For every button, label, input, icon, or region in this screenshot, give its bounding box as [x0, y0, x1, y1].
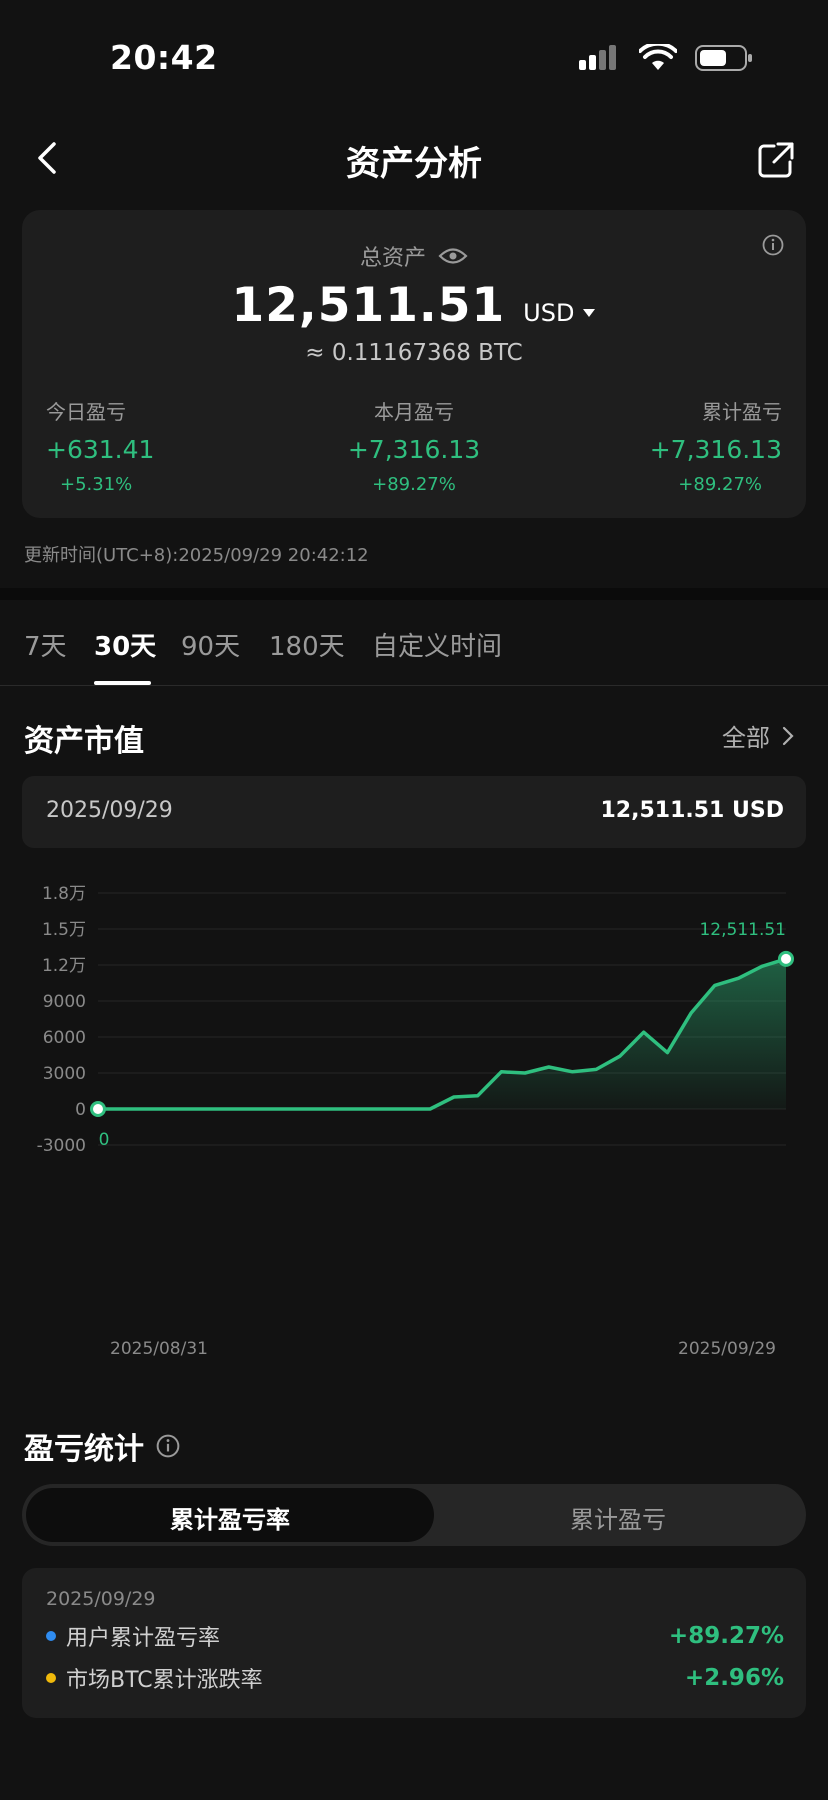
cumulative-pnl-value: +7,316.13 [649, 435, 782, 464]
user-rate-label: 用户累计盈亏率 [66, 1626, 221, 1651]
battery-icon [695, 45, 752, 71]
active-tab-indicator [94, 681, 151, 685]
currency-label: USD [523, 299, 575, 327]
y-tick-label: -3000 [37, 1136, 86, 1156]
section-divider [0, 588, 828, 600]
time-range-tabs: 7天 30天 90天 180天 自定义时间 [0, 600, 828, 686]
page-title: 资产分析 [346, 144, 482, 184]
selected-value-bar: 2025/09/29 12,511.51 USD [22, 776, 806, 848]
y-tick-label: 6000 [43, 1028, 86, 1048]
chevron-right-icon [782, 726, 794, 745]
cumulative-pnl: 累计盈亏 +7,316.13 +89.27% [650, 396, 782, 495]
x-end-label: 2025/09/29 [678, 1339, 776, 1359]
pnl-stats-title: 盈亏统计 [24, 1432, 144, 1467]
asset-summary-card: 总资产 12,511.51 USD ≈ 0.11167368 BTC 今日盈亏 … [22, 210, 806, 518]
toggle-cumulative-rate[interactable]: 累计盈亏率 [26, 1500, 434, 1535]
signal-icon [579, 45, 616, 70]
y-tick-label: 0 [75, 1100, 86, 1120]
cumulative-pnl-label: 累计盈亏 [702, 400, 782, 424]
view-all-link[interactable]: 全部 [722, 718, 794, 753]
btc-rate-value: +2.96% [684, 1665, 784, 1691]
x-start-label: 2025/08/31 [110, 1339, 208, 1359]
eye-icon[interactable] [438, 245, 468, 267]
end-value-label: 12,511.51 [699, 920, 786, 940]
pnl-stats-header: 盈亏统计 [24, 1424, 180, 1468]
y-tick-label: 3000 [43, 1064, 86, 1084]
tab-180d[interactable]: 180天 [269, 626, 345, 663]
user-rate-value: +89.27% [668, 1623, 784, 1649]
start-value-label: 0 [99, 1130, 110, 1150]
wifi-icon [639, 44, 677, 70]
currency-selector[interactable]: USD [523, 299, 596, 327]
tab-90d[interactable]: 90天 [181, 626, 240, 663]
update-time: 更新时间(UTC+8):2025/09/29 20:42:12 [24, 545, 369, 566]
chart-area-fill [98, 958, 786, 1109]
cumulative-pnl-pct: +89.27% [678, 474, 762, 495]
y-tick-label: 1.5万 [42, 920, 86, 940]
tab-30d[interactable]: 30天 [94, 626, 156, 663]
end-point [778, 950, 794, 967]
selected-value: 12,511.51 USD [600, 798, 785, 823]
start-point [90, 1101, 106, 1117]
user-rate-row: 用户累计盈亏率 +89.27% [46, 1620, 784, 1652]
y-tick-label: 9000 [43, 992, 86, 1012]
blue-legend-dot [46, 1631, 56, 1641]
y-tick-label: 1.2万 [42, 956, 86, 976]
tab-7d[interactable]: 7天 [24, 626, 67, 663]
y-tick-label: 1.8万 [42, 884, 86, 904]
total-assets-label: 总资产 [359, 246, 426, 271]
stats-date: 2025/09/29 [46, 1588, 156, 1610]
total-assets-value: 12,511.51 [231, 278, 506, 333]
btc-rate-row: 市场BTC累计涨跌率 +2.96% [46, 1662, 784, 1694]
btc-rate-label: 市场BTC累计涨跌率 [66, 1668, 263, 1693]
yellow-legend-dot [46, 1673, 56, 1683]
btc-equivalent: ≈ 0.11167368 BTC [305, 340, 523, 366]
status-icons [579, 44, 753, 72]
share-icon[interactable] [754, 138, 798, 182]
pnl-toggle: 累计盈亏率 累计盈亏 [22, 1484, 806, 1546]
tab-custom-time[interactable]: 自定义时间 [372, 626, 502, 663]
caret-down-icon [583, 309, 596, 317]
info-icon[interactable] [156, 1434, 180, 1458]
status-time: 20:42 [110, 38, 218, 77]
selected-date: 2025/09/29 [46, 798, 173, 823]
asset-value-chart[interactable]: 1.8万 1.5万 1.2万 9000 6000 3000 0 -3000 0 12,511.5… [0, 860, 828, 1380]
view-all-label: 全部 [722, 724, 770, 752]
toggle-cumulative-pnl[interactable]: 累计盈亏 [434, 1500, 802, 1535]
asset-value-title: 资产市值 [24, 724, 144, 759]
pnl-stats-card: 2025/09/29 用户累计盈亏率 +89.27% 市场BTC累计涨跌率 +2… [22, 1568, 806, 1718]
